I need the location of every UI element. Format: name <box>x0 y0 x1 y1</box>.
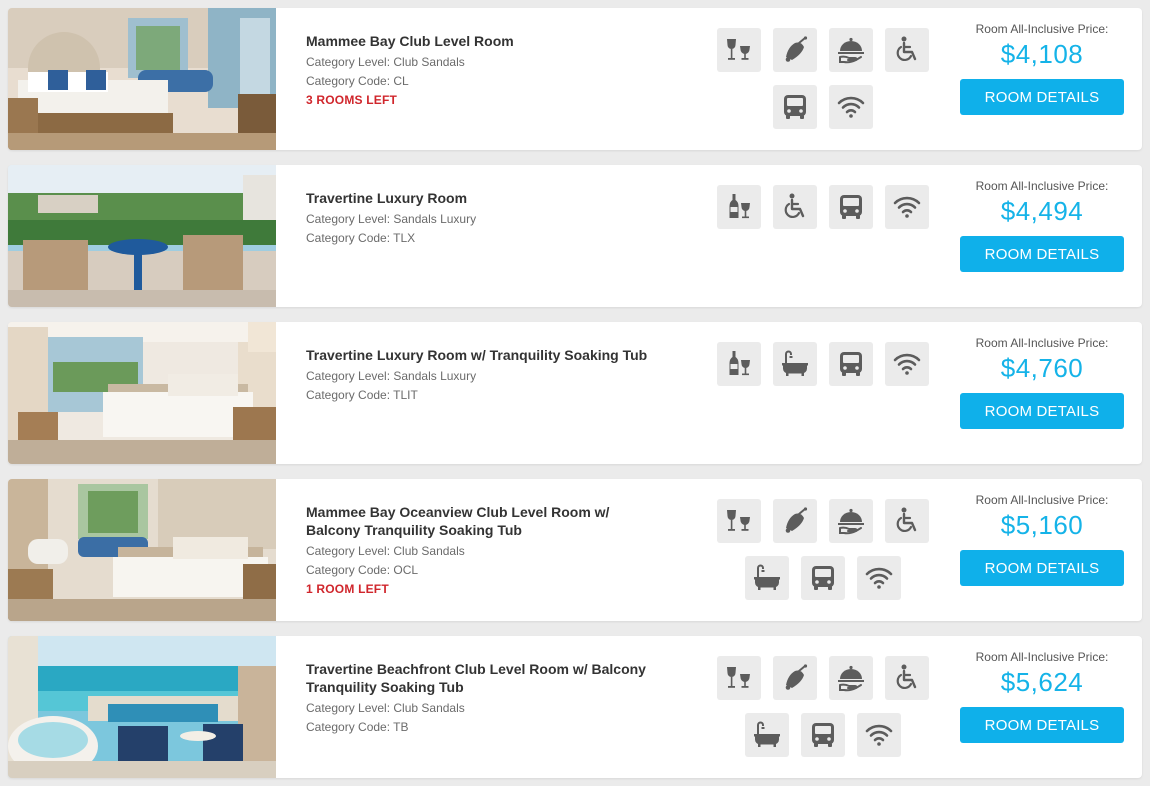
room-price: $5,624 <box>1000 667 1084 697</box>
room-service-icon <box>829 656 873 700</box>
category-level: Category Level: Sandals Luxury <box>306 212 477 226</box>
room-info: Mammee Bay Club Level Room Category Leve… <box>306 32 656 110</box>
room-price: $4,494 <box>1000 196 1084 226</box>
room-card: Mammee Bay Oceanview Club Level Room w/ … <box>8 479 1142 621</box>
room-card: Travertine Luxury Room Category Level: S… <box>8 165 1142 307</box>
amenity-icons <box>658 185 988 229</box>
amenity-icons <box>658 28 988 129</box>
room-photo[interactable] <box>8 322 276 464</box>
room-details-button[interactable]: ROOM DETAILS <box>960 236 1124 272</box>
amenity-icons <box>658 342 988 386</box>
bell-icon <box>773 656 817 700</box>
price-label: Room All-Inclusive Price: <box>975 650 1109 664</box>
room-price: $4,760 <box>1000 353 1084 383</box>
category-code: Category Code: TB <box>306 720 409 734</box>
shuttle-bus-icon <box>801 713 845 757</box>
category-code: Category Code: TLIT <box>306 388 418 402</box>
room-service-icon <box>829 499 873 543</box>
shuttle-bus-icon <box>829 342 873 386</box>
bathtub-icon <box>773 342 817 386</box>
bell-icon <box>773 499 817 543</box>
price-label: Room All-Inclusive Price: <box>975 22 1109 36</box>
wifi-icon <box>829 85 873 129</box>
price-box: Room All-Inclusive Price: $4,108 ROOM DE… <box>958 22 1126 115</box>
room-info: Travertine Luxury Room Category Level: S… <box>306 189 656 248</box>
rooms-left-badge: 3 ROOMS LEFT <box>306 93 398 107</box>
room-photo[interactable] <box>8 636 276 778</box>
room-name[interactable]: Travertine Beachfront Club Level Room w/… <box>306 660 656 696</box>
category-code: Category Code: OCL <box>306 563 419 577</box>
accessible-icon <box>885 499 929 543</box>
category-level: Category Level: Club Sandals <box>306 55 465 69</box>
room-info: Travertine Beachfront Club Level Room w/… <box>306 660 656 737</box>
room-info: Mammee Bay Oceanview Club Level Room w/ … <box>306 503 656 599</box>
bell-icon <box>773 28 817 72</box>
room-price: $5,160 <box>1000 510 1084 540</box>
amenity-icons <box>658 656 988 757</box>
accessible-icon <box>885 28 929 72</box>
room-photo[interactable] <box>8 479 276 621</box>
price-box: Room All-Inclusive Price: $4,760 ROOM DE… <box>958 336 1126 429</box>
shuttle-bus-icon <box>829 185 873 229</box>
price-box: Room All-Inclusive Price: $5,624 ROOM DE… <box>958 650 1126 743</box>
wine-glasses-icon <box>717 656 761 700</box>
wine-bottle-icon <box>717 185 761 229</box>
room-name[interactable]: Travertine Luxury Room <box>306 189 656 207</box>
category-level: Category Level: Club Sandals <box>306 544 465 558</box>
wine-glasses-icon <box>717 499 761 543</box>
price-label: Room All-Inclusive Price: <box>975 336 1109 350</box>
price-label: Room All-Inclusive Price: <box>975 493 1109 507</box>
bathtub-icon <box>745 713 789 757</box>
amenity-icons <box>658 499 988 600</box>
room-details-button[interactable]: ROOM DETAILS <box>960 79 1124 115</box>
room-card: Travertine Luxury Room w/ Tranquility So… <box>8 322 1142 464</box>
shuttle-bus-icon <box>773 85 817 129</box>
room-list: Mammee Bay Club Level Room Category Leve… <box>0 0 1150 786</box>
accessible-icon <box>773 185 817 229</box>
category-code: Category Code: CL <box>306 74 409 88</box>
wine-glasses-icon <box>717 28 761 72</box>
room-details-button[interactable]: ROOM DETAILS <box>960 550 1124 586</box>
rooms-left-badge: 1 ROOM LEFT <box>306 582 389 596</box>
room-price: $4,108 <box>1000 39 1084 69</box>
price-box: Room All-Inclusive Price: $5,160 ROOM DE… <box>958 493 1126 586</box>
wine-bottle-icon <box>717 342 761 386</box>
room-card: Travertine Beachfront Club Level Room w/… <box>8 636 1142 778</box>
category-level: Category Level: Sandals Luxury <box>306 369 477 383</box>
wifi-icon <box>857 713 901 757</box>
room-card: Mammee Bay Club Level Room Category Leve… <box>8 8 1142 150</box>
wifi-icon <box>885 185 929 229</box>
room-details-button[interactable]: ROOM DETAILS <box>960 707 1124 743</box>
room-service-icon <box>829 28 873 72</box>
room-photo[interactable] <box>8 8 276 150</box>
shuttle-bus-icon <box>801 556 845 600</box>
room-photo[interactable] <box>8 165 276 307</box>
price-box: Room All-Inclusive Price: $4,494 ROOM DE… <box>958 179 1126 272</box>
accessible-icon <box>885 656 929 700</box>
room-name[interactable]: Travertine Luxury Room w/ Tranquility So… <box>306 346 656 364</box>
wifi-icon <box>885 342 929 386</box>
room-name[interactable]: Mammee Bay Oceanview Club Level Room w/ … <box>306 503 656 539</box>
category-code: Category Code: TLX <box>306 231 416 245</box>
category-level: Category Level: Club Sandals <box>306 701 465 715</box>
room-details-button[interactable]: ROOM DETAILS <box>960 393 1124 429</box>
room-name[interactable]: Mammee Bay Club Level Room <box>306 32 656 50</box>
bathtub-icon <box>745 556 789 600</box>
price-label: Room All-Inclusive Price: <box>975 179 1109 193</box>
wifi-icon <box>857 556 901 600</box>
room-info: Travertine Luxury Room w/ Tranquility So… <box>306 346 656 405</box>
